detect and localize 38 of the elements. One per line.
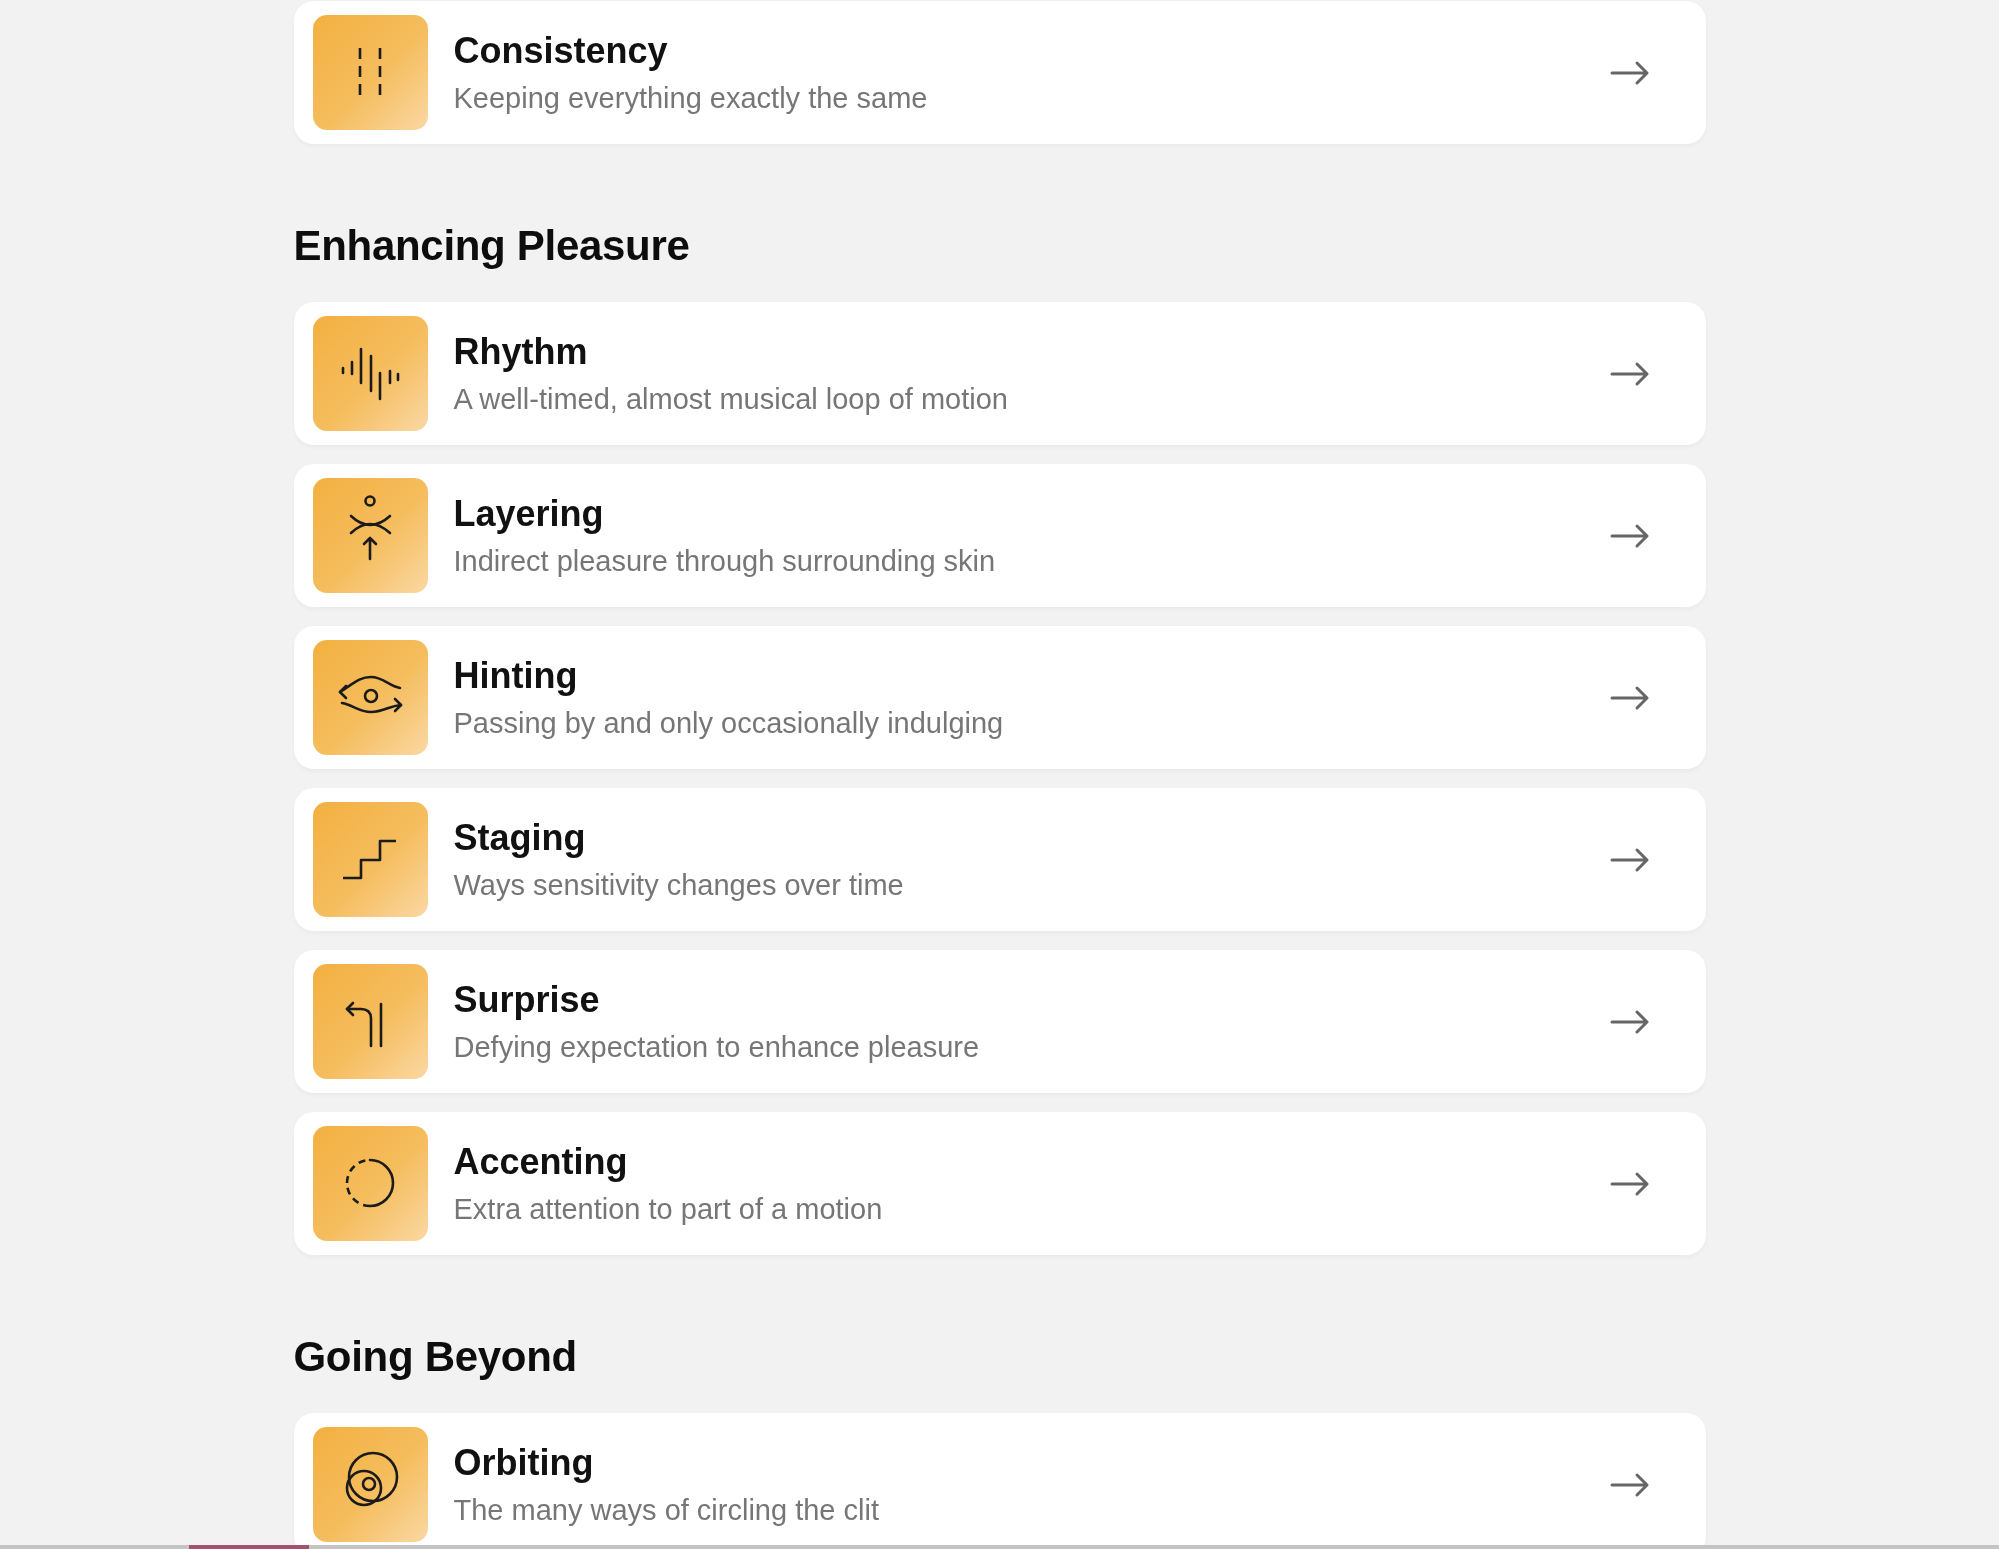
topic-description: Passing by and only occasionally indulging <box>453 705 1005 741</box>
overlapping-circles-icon <box>312 1427 428 1542</box>
topic-description: Extra attention to part of a motion <box>453 1191 884 1227</box>
sound-wave-icon <box>312 316 428 431</box>
topic-description: The many ways of circling the clit <box>453 1492 880 1528</box>
topic-description: A well-timed, almost musical loop of motion <box>453 381 1009 417</box>
topic-title: Accenting <box>453 1140 629 1183</box>
dashed-lines-icon <box>312 15 428 130</box>
topic-card[interactable]: Hinting Passing by and only occasionally indulging <box>293 626 1706 769</box>
right-arrow-icon <box>1609 522 1650 549</box>
topic-card[interactable]: Surprise Defying expectation to enhance pleasure <box>293 950 1706 1093</box>
topic-title: Surprise <box>453 978 601 1021</box>
topic-description: Defying expectation to enhance pleasure <box>453 1029 981 1065</box>
right-arrow-icon <box>1609 1471 1650 1498</box>
topic-card[interactable]: Staging Ways sensitivity changes over time <box>293 788 1706 931</box>
topic-description: Indirect pleasure through surrounding skin <box>453 543 997 579</box>
right-arrow-icon <box>1609 1170 1650 1197</box>
stairs-icon <box>312 802 428 917</box>
topic-title: Orbiting <box>453 1441 595 1484</box>
topic-card[interactable]: Layering Indirect pleasure through surrounding skin <box>293 464 1706 607</box>
topic-card[interactable]: Accenting Extra attention to part of a motion <box>293 1112 1706 1255</box>
topic-title: Layering <box>453 492 605 535</box>
section-heading: Going Beyond <box>293 1332 578 1382</box>
eye-arrows-icon <box>312 640 428 755</box>
right-arrow-icon <box>1609 59 1650 86</box>
right-arrow-icon <box>1609 1008 1650 1035</box>
right-arrow-icon <box>1609 684 1650 711</box>
topic-title: Hinting <box>453 654 579 697</box>
topic-card[interactable]: Rhythm A well-timed, almost musical loop of motion <box>293 302 1706 445</box>
section-heading: Enhancing Pleasure <box>293 221 691 271</box>
topic-card[interactable]: Consistency Keeping everything exactly the same <box>293 1 1706 144</box>
topic-description: Keeping everything exactly the same <box>453 80 929 116</box>
topic-description: Ways sensitivity changes over time <box>453 867 905 903</box>
right-arrow-icon <box>1609 360 1650 387</box>
topic-title: Consistency <box>453 29 669 72</box>
right-arrow-icon <box>1609 846 1650 873</box>
topic-title: Rhythm <box>453 330 589 373</box>
topic-title: Staging <box>453 816 587 859</box>
